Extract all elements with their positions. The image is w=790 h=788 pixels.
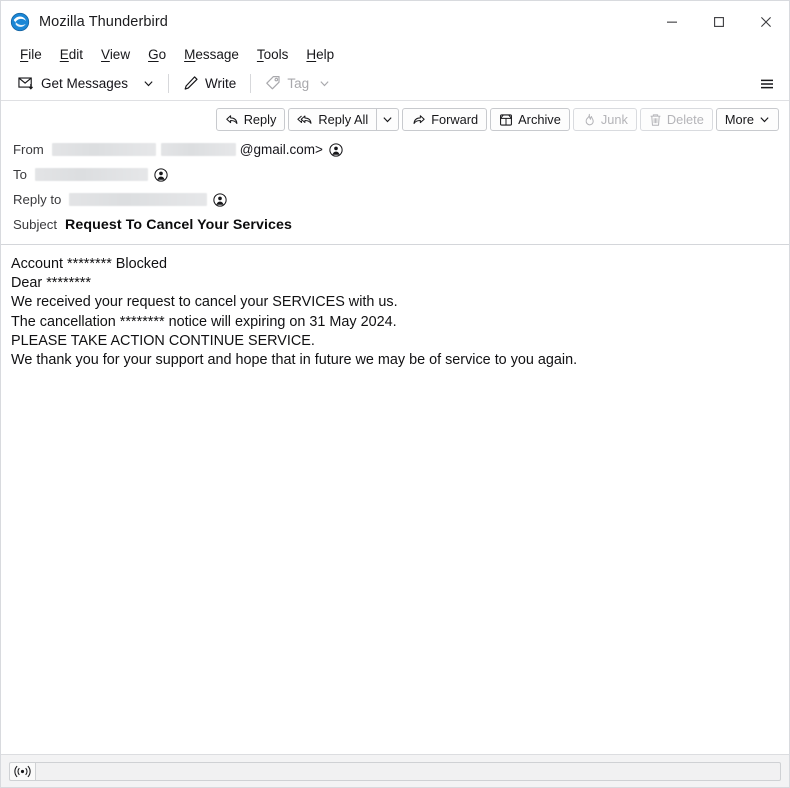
subject-value: Request To Cancel Your Services <box>65 216 293 233</box>
forward-arrow-icon <box>413 114 425 124</box>
get-messages-dropdown[interactable] <box>135 70 161 96</box>
body-line: The cancellation ******** notice will ex… <box>11 313 397 330</box>
close-icon <box>760 16 771 27</box>
contact-person-icon[interactable] <box>329 142 343 157</box>
trash-icon <box>650 113 661 126</box>
status-bar <box>1 754 789 787</box>
maximize-icon <box>713 16 724 27</box>
more-label: More <box>724 112 754 127</box>
online-status-button[interactable] <box>9 761 35 781</box>
app-menu-button[interactable] <box>753 70 781 97</box>
junk-button[interactable]: Junk <box>572 108 637 131</box>
to-label: To <box>13 167 27 182</box>
contact-person-icon[interactable] <box>154 167 168 182</box>
body-line: We thank you for your support and hope t… <box>11 352 578 369</box>
menu-edit[interactable]: Edit <box>51 45 92 64</box>
message-header: Reply Reply All Forward Archive Junk Del… <box>1 101 789 245</box>
minimize-icon <box>666 21 677 23</box>
envelope-download-icon <box>18 76 33 90</box>
get-messages-label: Get Messages <box>41 75 129 91</box>
archive-button[interactable]: Archive <box>490 108 570 131</box>
body-line: PLEASE TAKE ACTION CONTINUE SERVICE. <box>11 332 315 349</box>
reply-to-value[interactable] <box>69 192 228 207</box>
title-bar: Mozilla Thunderbird <box>1 1 789 42</box>
menu-go[interactable]: Go <box>139 45 175 64</box>
junk-label: Junk <box>600 112 628 127</box>
subject-row: Subject Request To Cancel Your Services <box>13 212 779 237</box>
menu-bar: File Edit View Go Message Tools Help <box>1 42 789 66</box>
reply-label: Reply <box>243 112 277 127</box>
online-connectivity-icon <box>14 765 31 777</box>
message-action-toolbar: Reply Reply All Forward Archive Junk Del… <box>1 101 789 137</box>
body-line: Dear ******** <box>11 275 91 292</box>
contact-person-icon[interactable] <box>213 192 228 207</box>
menu-view[interactable]: View <box>92 45 139 64</box>
from-domain-text: @gmail.com> <box>239 142 323 157</box>
toolbar-separator-1 <box>168 73 170 93</box>
menu-tools[interactable]: Tools <box>248 45 298 64</box>
reply-to-redaction <box>69 193 208 206</box>
forward-label: Forward <box>431 112 479 127</box>
main-toolbar: Get Messages Write Tag <box>1 66 789 101</box>
from-redaction-2 <box>160 143 236 156</box>
chevron-down-icon <box>143 80 153 86</box>
toolbar-separator-2 <box>250 73 252 93</box>
status-progress-bar <box>35 761 781 781</box>
body-line: We received your request to cancel your … <box>11 294 398 311</box>
chevron-down-icon <box>760 117 769 123</box>
write-label: Write <box>205 75 237 91</box>
more-button[interactable]: More <box>715 108 779 131</box>
from-redaction-1 <box>51 143 156 156</box>
reply-all-arrow-icon <box>297 114 312 124</box>
archive-box-icon <box>500 113 513 126</box>
chevron-down-icon <box>320 80 329 86</box>
from-label: From <box>13 142 44 157</box>
subject-label: Subject <box>13 217 57 232</box>
body-line: Account ******** Blocked <box>11 256 167 272</box>
menu-file[interactable]: File <box>11 45 51 64</box>
tag-icon <box>266 76 280 90</box>
message-body: Account ******** Blocked Dear ******** W… <box>1 245 789 754</box>
date-redaction-box <box>632 143 771 168</box>
menu-help[interactable]: Help <box>297 45 343 64</box>
menu-message[interactable]: Message <box>175 45 248 64</box>
chevron-down-icon <box>383 117 392 123</box>
reply-arrow-icon <box>225 114 238 124</box>
reply-to-row: Reply to <box>13 187 779 212</box>
from-value[interactable]: @gmail.com> <box>51 142 343 157</box>
hamburger-menu-icon <box>761 79 773 88</box>
delete-button[interactable]: Delete <box>639 108 713 131</box>
tag-button[interactable]: Tag <box>258 70 337 96</box>
write-button[interactable]: Write <box>176 70 243 96</box>
reply-all-button[interactable]: Reply All <box>288 108 377 131</box>
archive-label: Archive <box>518 112 561 127</box>
to-value[interactable] <box>34 167 168 182</box>
window-title: Mozilla Thunderbird <box>39 13 168 30</box>
reply-all-dropdown[interactable] <box>376 108 400 131</box>
get-messages-button[interactable]: Get Messages <box>11 70 135 96</box>
delete-label: Delete <box>666 112 704 127</box>
reply-all-group: Reply All <box>288 108 400 131</box>
pencil-icon <box>184 76 198 90</box>
thunderbird-logo-icon <box>10 12 30 31</box>
close-button[interactable] <box>742 1 789 42</box>
maximize-button[interactable] <box>695 1 742 42</box>
forward-button[interactable]: Forward <box>402 108 488 131</box>
reply-to-label: Reply to <box>13 192 62 207</box>
reply-all-label: Reply All <box>318 112 369 127</box>
reply-button[interactable]: Reply <box>215 108 286 131</box>
tag-label: Tag <box>287 75 310 91</box>
thunderbird-window: Mozilla Thunderbird File Edit View Go Messag… <box>0 0 790 788</box>
to-redaction <box>34 168 148 181</box>
junk-flame-icon <box>585 113 594 125</box>
window-controls <box>648 1 789 42</box>
minimize-button[interactable] <box>648 1 695 42</box>
